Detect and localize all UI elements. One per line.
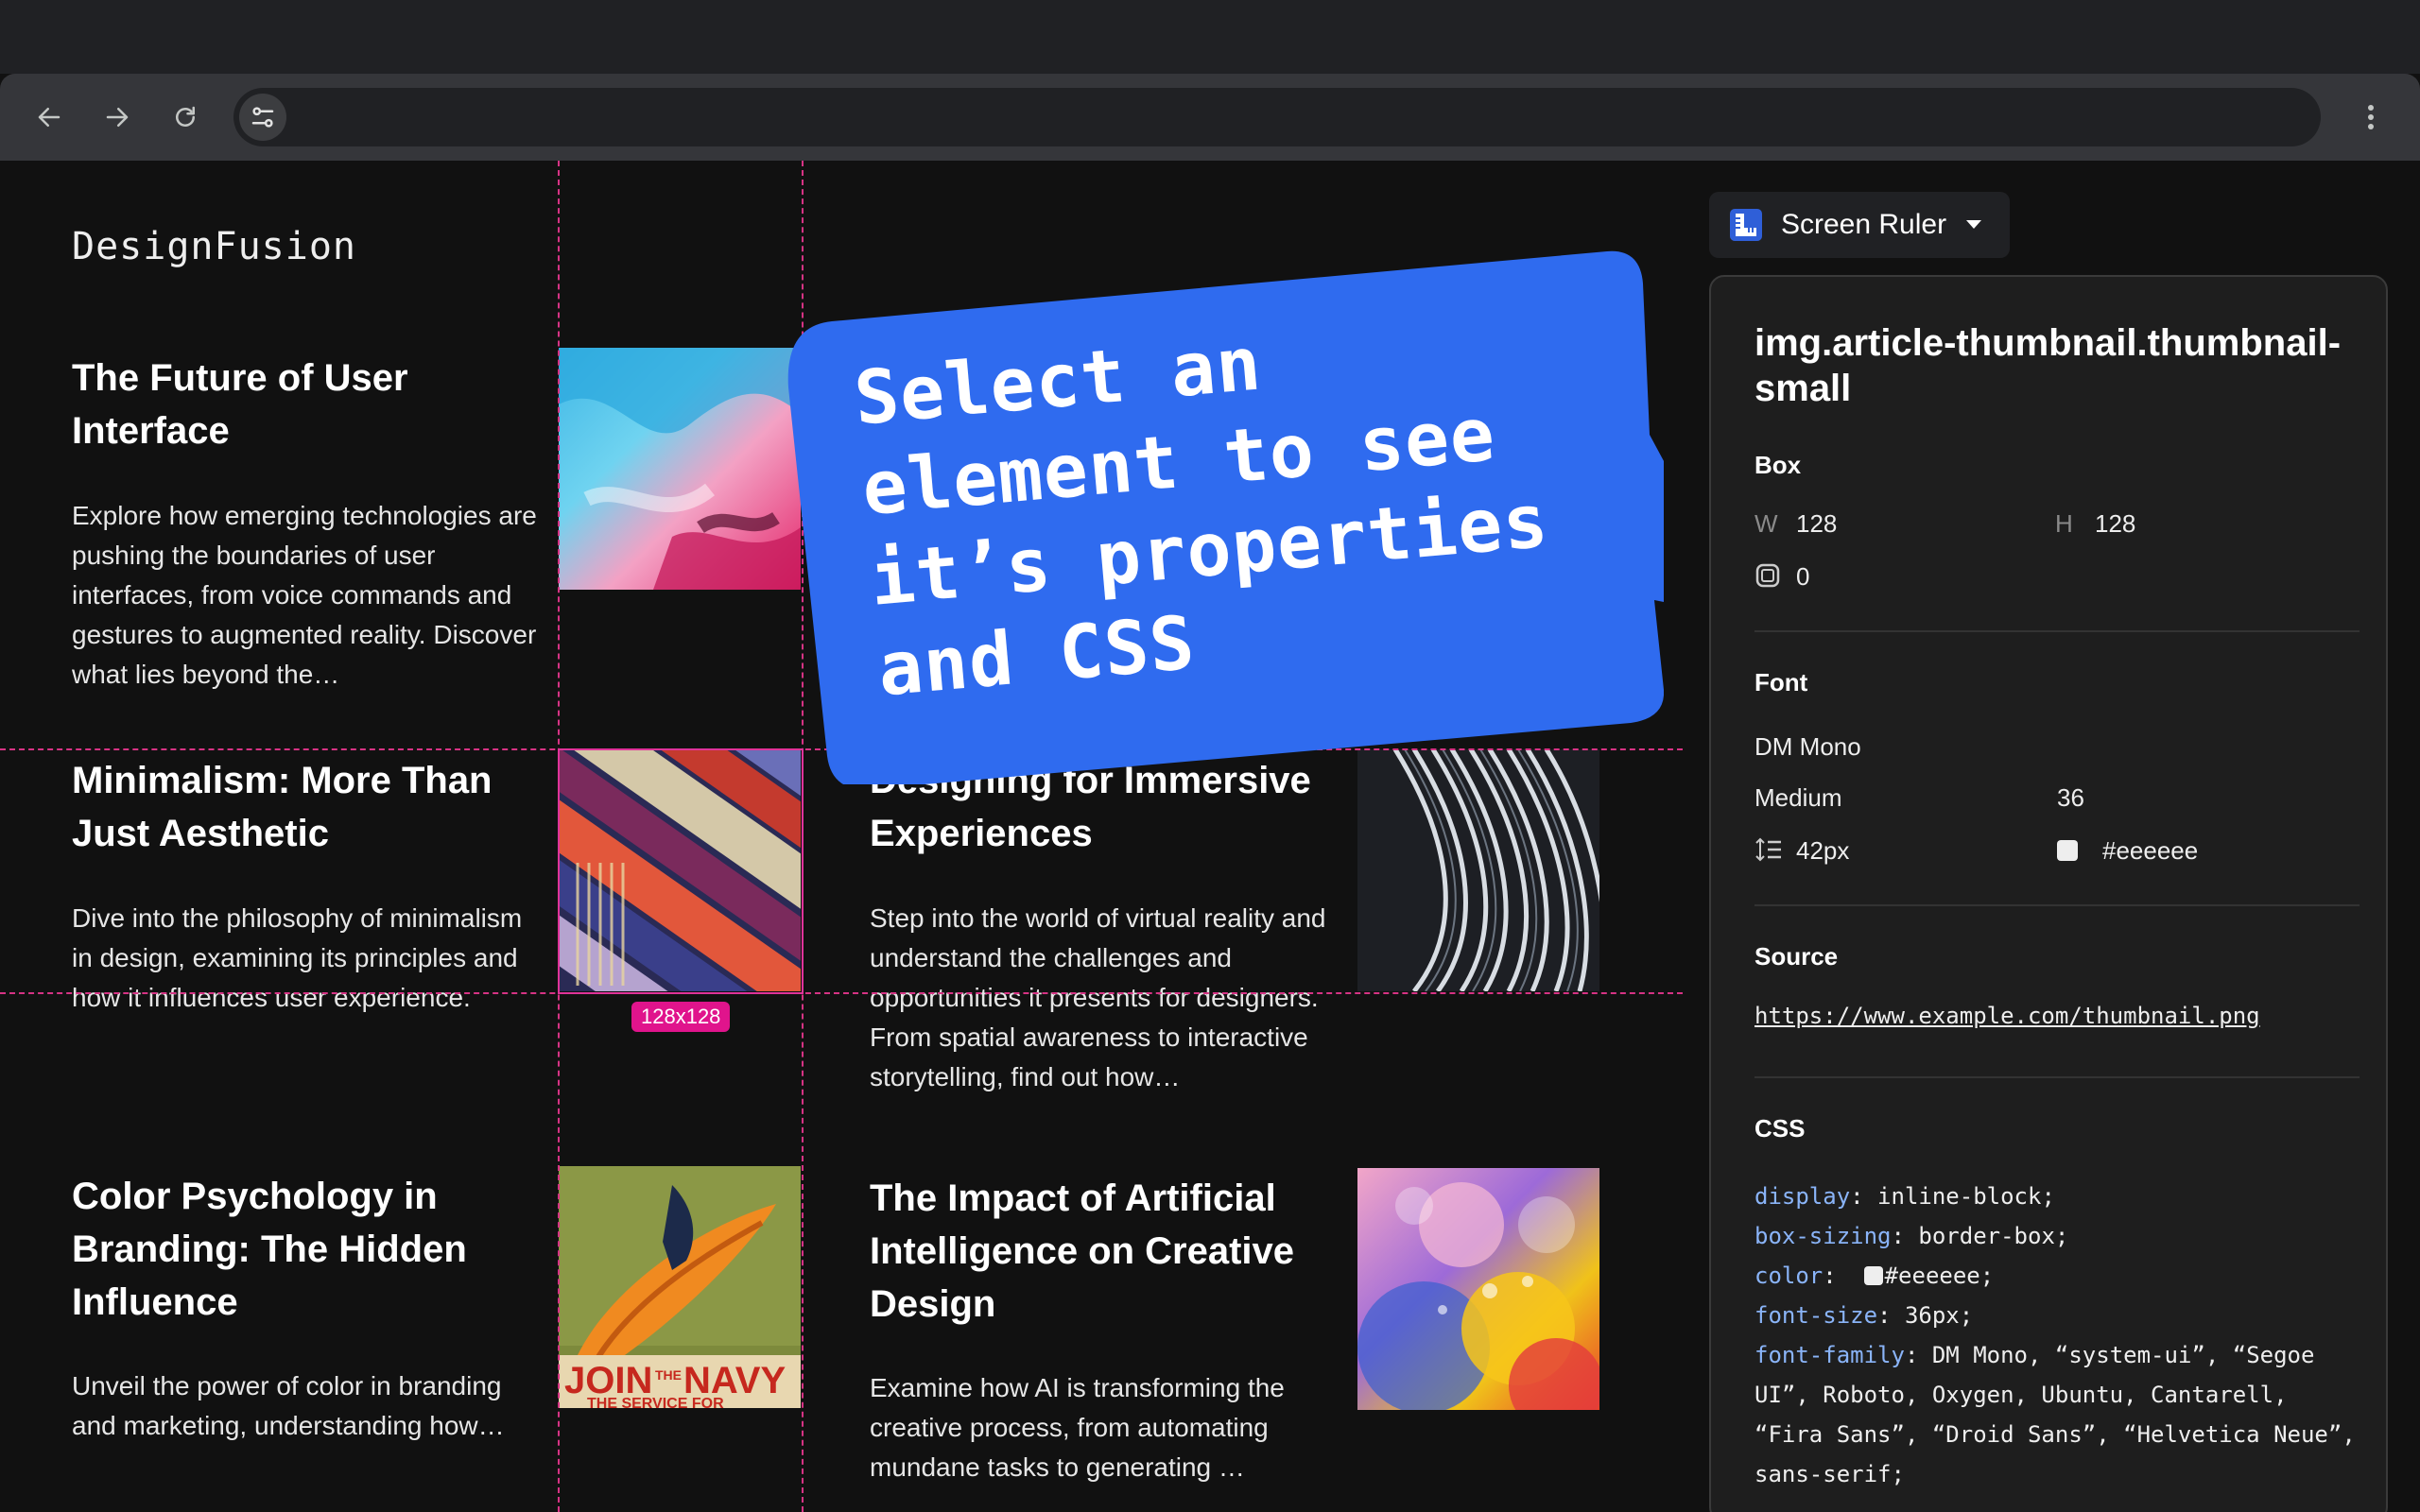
css-value: border-box; (1904, 1223, 2069, 1249)
poster-text: THE (655, 1367, 682, 1383)
source-url-link[interactable]: https://www.example.com/thumbnail.png (1754, 1003, 2260, 1029)
css-property: box-sizing (1754, 1223, 1892, 1249)
css-property: color (1754, 1263, 1824, 1289)
css-property: display (1754, 1183, 1851, 1210)
font-size-value: 36 (2057, 783, 2084, 812)
css-code-block: display: inline-block; box-sizing: borde… (1754, 1177, 2369, 1494)
site-logo[interactable]: DesignFusion (72, 225, 356, 268)
bubbles-image (1357, 1168, 1599, 1410)
css-value: inline-block; (1863, 1183, 2055, 1210)
reload-icon (176, 106, 195, 127)
site-info-button[interactable] (239, 94, 286, 141)
architecture-image (1357, 749, 1599, 991)
ruler-icon (1730, 209, 1762, 241)
section-title-font: Font (1754, 668, 1808, 696)
article-title[interactable]: The Future of User Interface (72, 352, 563, 457)
font-color-value: #eeeeee (2102, 836, 2199, 865)
article-description: Dive into the philosophy of minimalism i… (72, 903, 523, 1012)
browser-menu-button[interactable] (2354, 94, 2388, 140)
forward-button[interactable] (95, 94, 140, 140)
divider (1754, 630, 2360, 632)
css-line: display: inline-block; (1754, 1183, 2055, 1210)
back-button[interactable] (26, 94, 72, 140)
caret-down-icon (1966, 220, 1981, 229)
height-label: H (2055, 509, 2073, 538)
font-family-value: DM Mono (1754, 732, 1861, 761)
section-title-source: Source (1754, 942, 1839, 971)
css-value: #eeeeee; (1884, 1263, 1995, 1289)
tune-icon (251, 107, 274, 128)
width-label: W (1754, 509, 1778, 538)
css-property: font-size (1754, 1302, 1878, 1329)
section-title-css: CSS (1754, 1114, 1806, 1143)
article-title[interactable]: The Impact of Artificial Intelligence on… (870, 1172, 1361, 1331)
border-radius-value: 0 (1796, 562, 1810, 591)
article-thumbnail[interactable] (1357, 749, 1599, 991)
article-title[interactable]: Color Psychology in Branding: The Hidden… (72, 1170, 563, 1329)
css-property: font-family (1754, 1342, 1905, 1368)
poster-text: THE SERVICE FOR (587, 1396, 724, 1408)
extension-selector[interactable]: Screen Ruler (1709, 192, 2010, 258)
arrow-right-icon (106, 108, 129, 127)
article-thumbnail[interactable] (1357, 1168, 1599, 1410)
article-title[interactable]: Minimalism: More Than Just Aesthetic (72, 754, 563, 860)
css-line: color: #eeeeee; (1754, 1263, 1995, 1289)
line-height-value: 42px (1796, 836, 1850, 865)
color-swatch (1863, 1266, 1883, 1285)
reload-button[interactable] (163, 94, 208, 140)
divider (1754, 1076, 2360, 1078)
css-line: font-size: 36px; (1754, 1302, 1974, 1329)
callout-text: Select an element to see it’s properties… (851, 321, 1552, 713)
border-radius-icon (1755, 563, 1780, 588)
address-bar[interactable] (233, 88, 2321, 146)
ruler-guide-horizontal (0, 992, 1683, 994)
height-value: 128 (2095, 509, 2136, 538)
css-line: box-sizing: border-box; (1754, 1223, 2069, 1249)
font-weight-value: Medium (1754, 783, 1842, 812)
article-thumbnail[interactable] (559, 348, 801, 590)
color-swatch (2057, 840, 2078, 861)
size-badge: 128x128 (631, 1002, 731, 1032)
element-selector: img.article-thumbnail.thumbnail-small (1754, 322, 2342, 409)
article-description: Explore how emerging technologies are pu… (72, 501, 537, 689)
section-title-box: Box (1754, 451, 1802, 479)
inspector-panel: img.article-thumbnail.thumbnail-small Bo… (1709, 275, 2388, 1512)
css-value: 36px; (1891, 1302, 1974, 1329)
extension-name: Screen Ruler (1781, 209, 1947, 240)
article-description: Step into the world of virtual reality a… (870, 903, 1326, 1091)
divider (1754, 904, 2360, 906)
line-height-icon (1755, 837, 1781, 862)
arrow-left-icon (38, 108, 60, 127)
navy-poster-image: JOIN THE NAVY THE SERVICE FOR (559, 1166, 801, 1408)
abstract-paint-image (559, 348, 801, 590)
selection-outline (558, 748, 804, 994)
more-vert-icon (2368, 105, 2374, 129)
browser-toolbar (0, 74, 2420, 161)
window-top-bar (0, 0, 2420, 74)
callout-bubble: Select an element to see it’s properties… (775, 246, 1664, 784)
width-value: 128 (1796, 509, 1838, 538)
article-description: Unveil the power of color in branding an… (72, 1371, 505, 1440)
css-line: font-family: DM Mono, “system-ui”, “Sego… (1754, 1342, 2370, 1487)
article-description: Examine how AI is transforming the creat… (870, 1373, 1285, 1482)
article-thumbnail[interactable]: JOIN THE NAVY THE SERVICE FOR (559, 1166, 801, 1408)
